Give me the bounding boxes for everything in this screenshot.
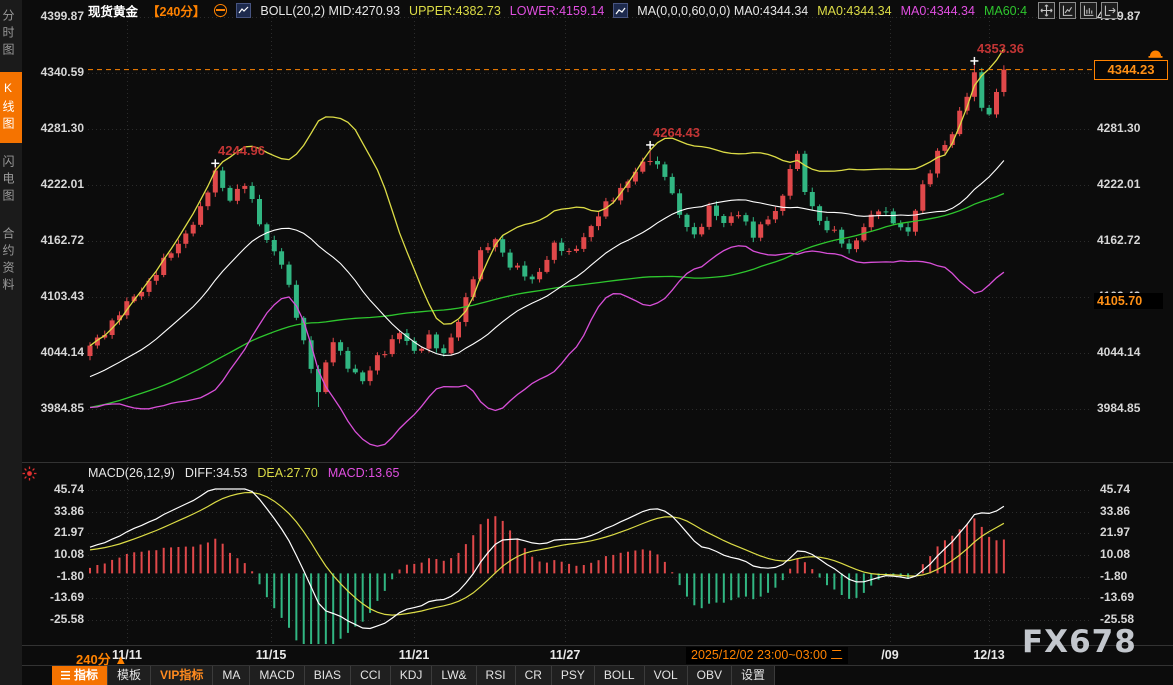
peak-price-label: 4353.36 bbox=[977, 41, 1024, 56]
ma-legend: MA(0,0,0,60,0,0) MA0:4344.34 bbox=[637, 4, 808, 18]
peak-markers bbox=[211, 57, 978, 167]
toolbar-button[interactable]: CCI bbox=[351, 666, 391, 685]
boll-upper-legend: UPPER:4382.73 bbox=[409, 4, 501, 18]
price-axis-label-left: 4162.72 bbox=[26, 233, 84, 248]
sidebar-tab-item[interactable]: 合约资料 bbox=[0, 218, 22, 304]
export-icon[interactable] bbox=[1101, 2, 1118, 19]
toolbar-button[interactable]: BOLL bbox=[595, 666, 645, 685]
toolbar-button[interactable]: KDJ bbox=[391, 666, 433, 685]
boll-lower-line bbox=[90, 246, 1004, 446]
price-axis-label-right: 3984.85 bbox=[1097, 401, 1155, 416]
macd-axis-label-right: -13.69 bbox=[1100, 590, 1158, 605]
macd-hist-value: MACD:13.65 bbox=[328, 466, 400, 480]
price-axis-label-right: 4044.14 bbox=[1097, 345, 1155, 360]
macd-axis-label-left: 21.97 bbox=[26, 525, 84, 540]
date-axis-label: /09 bbox=[862, 648, 918, 662]
panel-icon[interactable] bbox=[1059, 2, 1076, 19]
panel2-icon[interactable] bbox=[1080, 2, 1097, 19]
ma60-legend: MA60:4 bbox=[984, 4, 1027, 18]
window-controls bbox=[1038, 2, 1118, 19]
boll-legend: BOLL(20,2) MID:4270.93 bbox=[260, 4, 400, 18]
dropdown-arrow-icon: ▲ bbox=[114, 652, 127, 667]
reference-price-badge: 4105.70 bbox=[1094, 293, 1163, 309]
toolbar-button[interactable]: VOL bbox=[645, 666, 688, 685]
date-axis-label: 11/27 bbox=[537, 648, 593, 662]
price-axis-label-left: 4103.43 bbox=[26, 289, 84, 304]
macd-axis-label-left: -1.80 bbox=[26, 569, 84, 584]
macd-axis-label-left: -25.58 bbox=[26, 612, 84, 627]
date-axis-label: 11/21 bbox=[386, 648, 442, 662]
ma-indicator-icon[interactable] bbox=[613, 3, 628, 18]
macd-axis-label-left: 33.86 bbox=[26, 504, 84, 519]
toolbar-button[interactable]: LW& bbox=[432, 666, 476, 685]
list-icon bbox=[61, 671, 70, 680]
price-alert-bell-icon[interactable] bbox=[1147, 46, 1164, 64]
symbol-name: 现货黄金 bbox=[88, 1, 138, 20]
date-axis-label: 12/13 bbox=[961, 648, 1017, 662]
sidebar-tab-item[interactable]: 闪电图 bbox=[0, 146, 22, 215]
toolbar-button[interactable]: PSY bbox=[552, 666, 595, 685]
toolbar-button[interactable]: VIP指标 bbox=[151, 666, 213, 685]
macd-header: MACD(26,12,9) DIFF:34.53 DEA:27.70 MACD:… bbox=[88, 466, 399, 480]
macd-title: MACD(26,12,9) bbox=[88, 466, 175, 480]
sidebar: 分时图 K线图闪电图合约资料 bbox=[0, 0, 22, 685]
ma2-legend: MA0:4344.34 bbox=[817, 4, 891, 18]
ma3-legend: MA0:4344.34 bbox=[901, 4, 975, 18]
axis-divider bbox=[22, 645, 1173, 646]
macd-axis-label-left: -13.69 bbox=[26, 590, 84, 605]
price-axis-label-right: 4281.30 bbox=[1097, 121, 1155, 136]
indicator-settings-icon[interactable] bbox=[22, 466, 37, 486]
macd-axis-label-right: 45.74 bbox=[1100, 482, 1158, 497]
toolbar-button[interactable]: 模板 bbox=[108, 666, 151, 685]
link-icon[interactable] bbox=[214, 4, 227, 17]
toolbar-button[interactable]: RSI bbox=[477, 666, 516, 685]
sidebar-tab-item[interactable]: 分时图 bbox=[0, 0, 22, 69]
price-axis-label-left: 4281.30 bbox=[26, 121, 84, 136]
watermark: FX678 bbox=[1022, 624, 1137, 660]
indicator-toolbar: 指标模板VIP指标MAMACDBIASCCIKDJLW&RSICRPSYBOLL… bbox=[52, 666, 775, 685]
toolbar-button[interactable]: MACD bbox=[250, 666, 304, 685]
price-axis-label-right: 4162.72 bbox=[1097, 233, 1155, 248]
macd-axis-label-left: 10.08 bbox=[26, 547, 84, 562]
boll-lower-legend: LOWER:4159.14 bbox=[510, 4, 605, 18]
price-axis-label-left: 4340.59 bbox=[26, 65, 84, 80]
price-axis-label-left: 4222.01 bbox=[26, 177, 84, 192]
gridlines bbox=[88, 17, 1092, 645]
trading-app-window: 分时图 K线图闪电图合约资料 现货黄金 【240分】 BOLL(20,2) MID… bbox=[0, 0, 1173, 685]
macd-diff-value: DIFF:34.53 bbox=[185, 466, 248, 480]
macd-axis-label-right: 10.08 bbox=[1100, 547, 1158, 562]
macd-dea-value: DEA:27.70 bbox=[257, 466, 317, 480]
macd-axis-label-right: 21.97 bbox=[1100, 525, 1158, 540]
date-axis-label: 11/15 bbox=[243, 648, 299, 662]
macd-axis-label-right: 33.86 bbox=[1100, 504, 1158, 519]
macd-dea-line bbox=[90, 493, 1004, 616]
macd-axis-label-right: -1.80 bbox=[1100, 569, 1158, 584]
boll-indicator-icon[interactable] bbox=[236, 3, 251, 18]
price-axis-label-left: 4044.14 bbox=[26, 345, 84, 360]
price-axis-label-right: 4222.01 bbox=[1097, 177, 1155, 192]
toolbar-button[interactable]: BIAS bbox=[305, 666, 351, 685]
price-axis-label-left: 3984.85 bbox=[26, 401, 84, 416]
period-tag: 【240分】 bbox=[147, 1, 205, 20]
boll-upper-line bbox=[90, 49, 1004, 346]
toolbar-button[interactable]: CR bbox=[516, 666, 552, 685]
chart-canvas[interactable] bbox=[0, 0, 1173, 685]
pane-divider bbox=[22, 462, 1173, 463]
peak-price-label: 4264.43 bbox=[653, 125, 700, 140]
sidebar-tab-active[interactable]: K线图 bbox=[0, 72, 22, 143]
price-axis-label-left: 4399.87 bbox=[26, 9, 84, 24]
toolbar-button[interactable]: 设置 bbox=[732, 666, 775, 685]
macd-diff-line bbox=[90, 489, 1004, 629]
toolbar-button[interactable]: OBV bbox=[688, 666, 732, 685]
peak-price-label: 4244.96 bbox=[218, 143, 265, 158]
toolbar-button[interactable]: 指标 bbox=[52, 666, 108, 685]
macd-histogram bbox=[90, 516, 1004, 644]
move-icon[interactable] bbox=[1038, 2, 1055, 19]
toolbar-button[interactable]: MA bbox=[213, 666, 250, 685]
crosshair-date-tooltip: 2025/12/02 23:00~03:00 二 bbox=[686, 647, 848, 664]
indicator-legend: 现货黄金 【240分】 BOLL(20,2) MID:4270.93 UPPER… bbox=[88, 2, 1027, 19]
